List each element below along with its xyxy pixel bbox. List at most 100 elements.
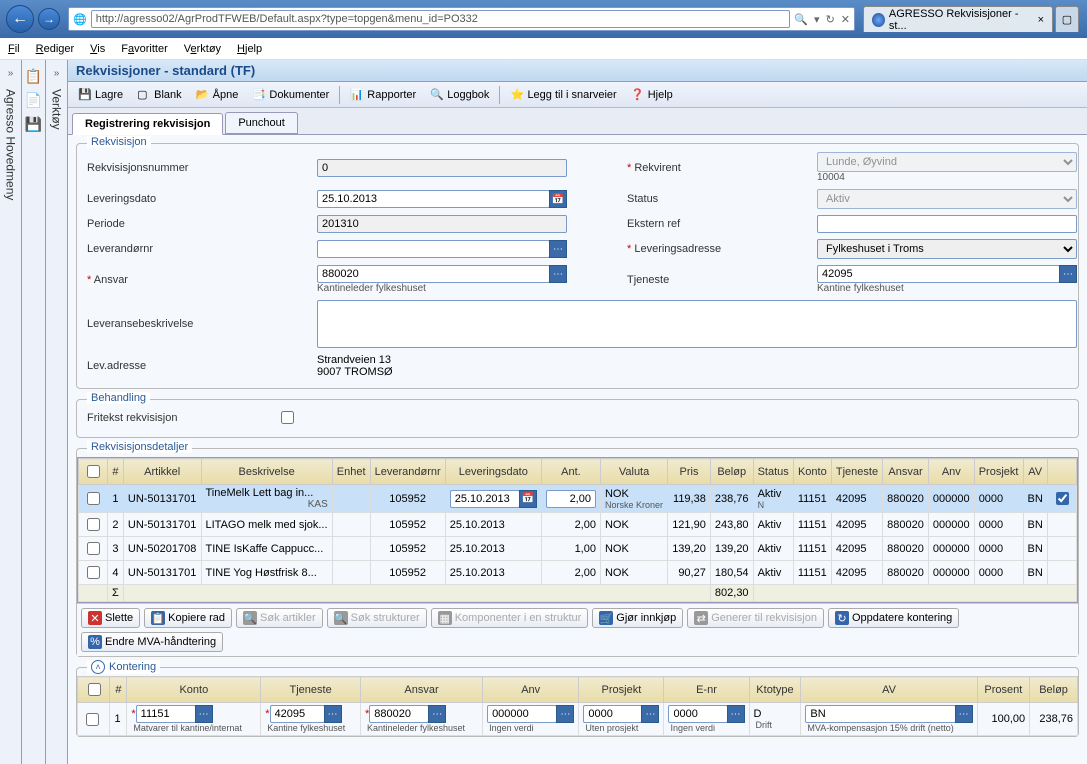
kcol-belop[interactable]: Beløp bbox=[1030, 677, 1078, 703]
col-beskrivelse[interactable]: Beskrivelse bbox=[201, 459, 332, 485]
kcol-enr[interactable]: E-nr bbox=[664, 677, 749, 703]
row-ant-input[interactable] bbox=[546, 490, 596, 508]
kont-enr[interactable] bbox=[668, 705, 727, 723]
toolbar-rapporter[interactable]: 📊Rapporter bbox=[344, 86, 422, 104]
lookup-icon[interactable]: ⋯ bbox=[1059, 265, 1077, 283]
save-icon[interactable]: 💾 bbox=[26, 116, 42, 132]
lookup-icon[interactable]: ⋯ bbox=[549, 265, 567, 283]
kcol-konto[interactable]: Konto bbox=[127, 677, 261, 703]
toolbar-snarveier[interactable]: ⭐Legg til i snarveier bbox=[504, 86, 622, 104]
collapse-icon[interactable]: ˄ bbox=[91, 660, 105, 674]
menu-rediger[interactable]: Rediger bbox=[36, 43, 75, 55]
btn-slette[interactable]: ✕Slette bbox=[81, 608, 140, 628]
textarea-besk[interactable] bbox=[317, 300, 1077, 348]
kont-tjen[interactable] bbox=[270, 705, 325, 723]
tab-close-icon[interactable]: × bbox=[1038, 14, 1044, 26]
back-button[interactable]: ← bbox=[6, 5, 34, 33]
copy-icon[interactable]: 📋 bbox=[26, 68, 42, 84]
menu-verktoy[interactable]: Verktøy bbox=[184, 43, 221, 55]
col-ansv[interactable]: Ansvar bbox=[883, 459, 929, 485]
lookup-icon[interactable]: ⋯ bbox=[641, 705, 659, 723]
checkbox-row[interactable] bbox=[87, 542, 100, 555]
kcol-prosj[interactable]: Prosjekt bbox=[579, 677, 664, 703]
checkbox-row-end[interactable] bbox=[1056, 492, 1069, 505]
menu-hjelp[interactable]: Hjelp bbox=[237, 43, 262, 55]
kcol-num[interactable]: # bbox=[110, 677, 127, 703]
row-dato-input[interactable] bbox=[450, 490, 520, 508]
checkbox-kont-row[interactable] bbox=[86, 713, 99, 726]
toolbar-apne[interactable]: 📂Åpne bbox=[190, 86, 245, 104]
table-row[interactable]: 4 UN-50131701 TINE Yog Høstfrisk 8... 10… bbox=[79, 561, 1077, 585]
lookup-icon[interactable]: ⋯ bbox=[556, 705, 574, 723]
sidebar-verktoy[interactable]: » Verktøy bbox=[46, 60, 68, 764]
lookup-icon[interactable]: ⋯ bbox=[195, 705, 213, 723]
table-row[interactable]: 1 UN-50131701 TineMelk Lett bag in...KAS… bbox=[79, 485, 1077, 513]
col-pris[interactable]: Pris bbox=[668, 459, 711, 485]
checkbox-all-kont[interactable] bbox=[88, 683, 101, 696]
toolbar-hjelp[interactable]: ❓Hjelp bbox=[625, 86, 679, 104]
col-enhet[interactable]: Enhet bbox=[332, 459, 370, 485]
col-lev[interactable]: Leverandørnr bbox=[370, 459, 445, 485]
menu-vis[interactable]: Vis bbox=[90, 43, 105, 55]
checkbox-row[interactable] bbox=[87, 492, 100, 505]
paste-icon[interactable]: 📄 bbox=[26, 92, 42, 108]
toolbar-dok[interactable]: 📑Dokumenter bbox=[246, 86, 335, 104]
kcol-kto[interactable]: Ktotype bbox=[749, 677, 801, 703]
input-tjeneste[interactable] bbox=[817, 265, 1060, 283]
checkbox-row[interactable] bbox=[87, 566, 100, 579]
col-anv[interactable]: Anv bbox=[928, 459, 974, 485]
col-ant[interactable]: Ant. bbox=[541, 459, 600, 485]
btn-mva[interactable]: %Endre MVA-håndtering bbox=[81, 632, 223, 652]
stop-icon[interactable]: ✕ bbox=[841, 13, 850, 26]
checkbox-row[interactable] bbox=[87, 518, 100, 531]
btn-kopier[interactable]: 📋Kopiere rad bbox=[144, 608, 232, 628]
search-icon[interactable]: 🔍 bbox=[794, 13, 808, 26]
input-lev[interactable] bbox=[317, 240, 550, 258]
col-status[interactable]: Status bbox=[753, 459, 793, 485]
select-levadr[interactable]: Fylkeshuset i Troms bbox=[817, 239, 1077, 259]
col-artikkel[interactable]: Artikkel bbox=[123, 459, 201, 485]
menu-fil[interactable]: Fil bbox=[8, 43, 20, 55]
col-tjen[interactable]: Tjeneste bbox=[831, 459, 882, 485]
browser-tab-active[interactable]: AGRESSO Rekvisisjoner - st... × bbox=[863, 6, 1053, 32]
lookup-icon[interactable]: ⋯ bbox=[324, 705, 342, 723]
kont-anv[interactable] bbox=[487, 705, 557, 723]
checkbox-fritekst[interactable] bbox=[281, 411, 294, 424]
toolbar-loggbok[interactable]: 🔍Loggbok bbox=[424, 86, 495, 104]
menu-favoritter[interactable]: Favoritter bbox=[121, 43, 167, 55]
refresh-icon[interactable]: ↻ bbox=[826, 13, 835, 26]
toolbar-lagre[interactable]: 💾Lagre bbox=[72, 86, 129, 104]
checkbox-all[interactable] bbox=[87, 465, 100, 478]
btn-innkjop[interactable]: 🛒Gjør innkjøp bbox=[592, 608, 683, 628]
tab-registrering[interactable]: Registrering rekvisisjon bbox=[72, 113, 223, 135]
calendar-icon[interactable]: 📅 bbox=[519, 490, 537, 508]
col-prosj[interactable]: Prosjekt bbox=[974, 459, 1023, 485]
kcol-ansv[interactable]: Ansvar bbox=[360, 677, 482, 703]
kcol-tjen[interactable]: Tjeneste bbox=[261, 677, 361, 703]
lookup-icon[interactable]: ⋯ bbox=[428, 705, 446, 723]
address-bar[interactable]: 🌐 🔍 ▾ ↻ ✕ bbox=[68, 7, 855, 31]
kont-ansv[interactable] bbox=[369, 705, 429, 723]
tab-punchout[interactable]: Punchout bbox=[225, 112, 297, 134]
btn-oppdatere[interactable]: ↻Oppdatere kontering bbox=[828, 608, 959, 628]
toolbar-blank[interactable]: ▢Blank bbox=[131, 86, 188, 104]
col-av[interactable]: AV bbox=[1023, 459, 1047, 485]
input-ekstern[interactable] bbox=[817, 215, 1077, 233]
sidebar-hovedmeny[interactable]: » Agresso Hovedmeny bbox=[0, 60, 22, 764]
kontering-row[interactable]: 1 *⋯Matvarer til kantine/internat *⋯Kant… bbox=[78, 703, 1078, 736]
col-belop[interactable]: Beløp bbox=[710, 459, 753, 485]
kont-prosj[interactable] bbox=[583, 705, 642, 723]
kont-konto[interactable] bbox=[136, 705, 196, 723]
col-valuta[interactable]: Valuta bbox=[600, 459, 667, 485]
dropdown-icon[interactable]: ▾ bbox=[814, 13, 820, 26]
table-row[interactable]: 3 UN-50201708 TINE IsKaffe Cappucc... 10… bbox=[79, 537, 1077, 561]
col-konto[interactable]: Konto bbox=[793, 459, 831, 485]
kcol-anv[interactable]: Anv bbox=[483, 677, 579, 703]
kcol-av[interactable]: AV bbox=[801, 677, 977, 703]
kcol-pros[interactable]: Prosent bbox=[977, 677, 1030, 703]
calendar-icon[interactable]: 📅 bbox=[549, 190, 567, 208]
input-dato[interactable] bbox=[317, 190, 550, 208]
forward-button[interactable]: → bbox=[38, 8, 60, 30]
new-tab-button[interactable]: ▢ bbox=[1055, 6, 1079, 32]
input-ansvar[interactable] bbox=[317, 265, 550, 283]
